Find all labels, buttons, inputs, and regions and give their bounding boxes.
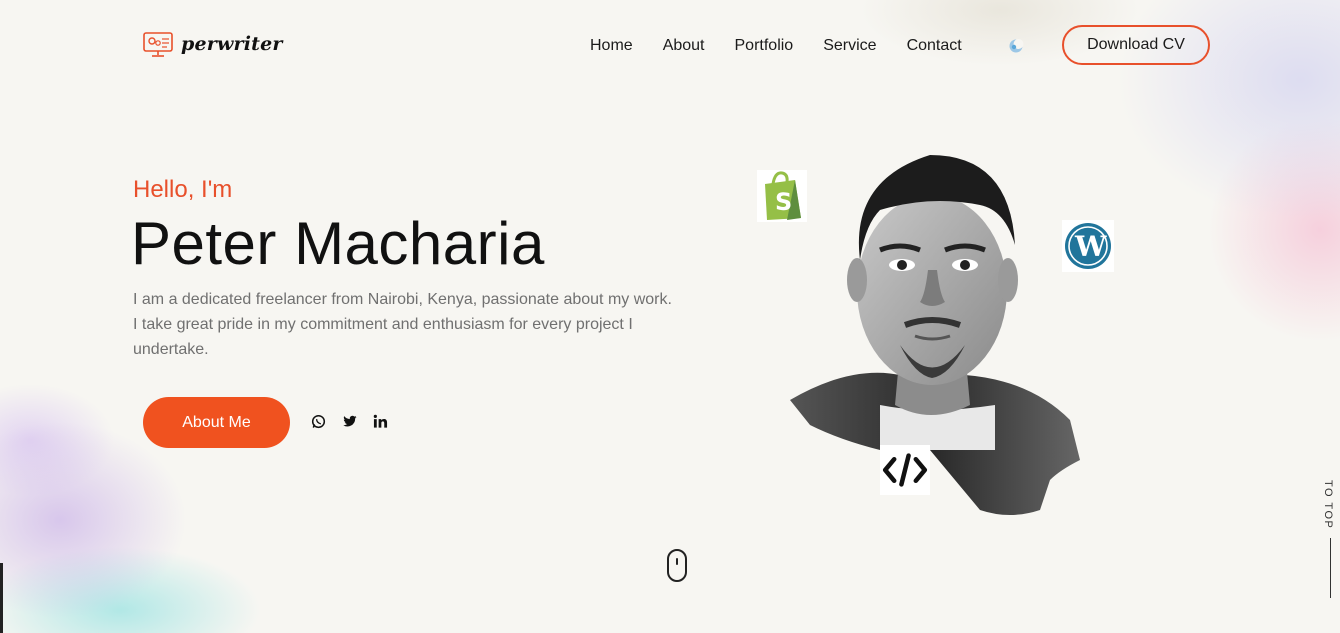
greeting: Hello, I'm	[133, 176, 233, 203]
brand-name: perwriter	[181, 33, 283, 55]
whatsapp-icon[interactable]	[310, 413, 327, 430]
to-top-line	[1330, 538, 1331, 598]
linkedin-icon[interactable]	[372, 413, 389, 430]
page: perwriter Home About Portfolio Service C…	[0, 0, 1340, 633]
nav-portfolio[interactable]: Portfolio	[735, 37, 794, 55]
scroll-mouse-icon[interactable]	[667, 549, 687, 582]
nav-contact[interactable]: Contact	[907, 37, 962, 55]
svg-text:W: W	[1074, 230, 1107, 263]
nav-service[interactable]: Service	[823, 37, 876, 55]
brand-logo[interactable]: perwriter	[143, 30, 283, 58]
download-cv-button[interactable]: Download CV	[1062, 25, 1210, 65]
to-top-link[interactable]: TO TOP	[1322, 480, 1334, 529]
edge-divider	[0, 563, 3, 633]
theme-toggle-icon[interactable]	[1008, 38, 1024, 54]
profile-portrait	[790, 155, 1080, 515]
twitter-icon[interactable]	[341, 413, 358, 430]
code-icon	[880, 445, 930, 495]
logo-monitor-icon	[143, 32, 173, 57]
about-me-button[interactable]: About Me	[143, 397, 290, 448]
shopify-icon: S	[757, 170, 807, 222]
svg-text:S: S	[775, 188, 792, 216]
nav-home[interactable]: Home	[590, 37, 633, 55]
hero-bio: I am a dedicated freelancer from Nairobi…	[133, 291, 672, 358]
hero-name: Peter Macharia	[131, 210, 545, 277]
social-links	[310, 413, 389, 430]
nav-about[interactable]: About	[663, 37, 705, 55]
main-nav: Home About Portfolio Service Contact	[590, 37, 992, 55]
wordpress-icon: W	[1062, 220, 1114, 272]
